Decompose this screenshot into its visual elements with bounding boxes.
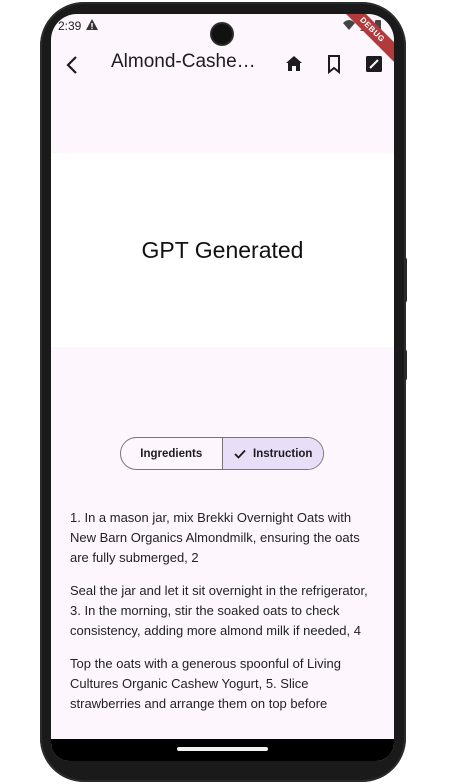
ingredients-segment-label: Ingredients (140, 447, 203, 460)
warning-icon (86, 19, 98, 30)
check-icon (234, 449, 246, 459)
home-gesture-pill[interactable] (177, 747, 268, 751)
generated-image-placeholder: GPT Generated (51, 153, 394, 347)
instruction-segment[interactable]: Instruction (221, 438, 323, 469)
page-title: Almond-Cashew Overnight Oats (111, 51, 263, 72)
instruction-paragraph: Seal the jar and let it sit overnight in… (70, 583, 368, 638)
instruction-text: 1. In a mason jar, mix Brekki Overnight … (70, 508, 370, 727)
instruction-paragraph: Top the oats with a generous spoonful of… (70, 656, 342, 711)
bookmark-icon[interactable] (322, 52, 346, 76)
ingredients-segment[interactable]: Ingredients (121, 438, 222, 469)
view-toggle: Ingredients Instruction (120, 437, 324, 470)
screen: 2:39 DEBUG Almond-Cashew Overnight Oats (51, 14, 394, 761)
edit-note-icon[interactable] (362, 52, 386, 76)
status-time: 2:39 (58, 19, 82, 33)
gesture-nav-bar (51, 739, 394, 761)
volume-button (404, 258, 407, 302)
instruction-paragraph: 1. In a mason jar, mix Brekki Overnight … (70, 510, 360, 565)
banner-text: GPT Generated (141, 236, 304, 263)
instruction-segment-label: Instruction (253, 447, 313, 460)
power-button (404, 350, 407, 380)
home-icon[interactable] (282, 52, 306, 76)
app-bar: Almond-Cashew Overnight Oats (51, 40, 394, 90)
back-arrow-icon[interactable] (61, 53, 85, 77)
